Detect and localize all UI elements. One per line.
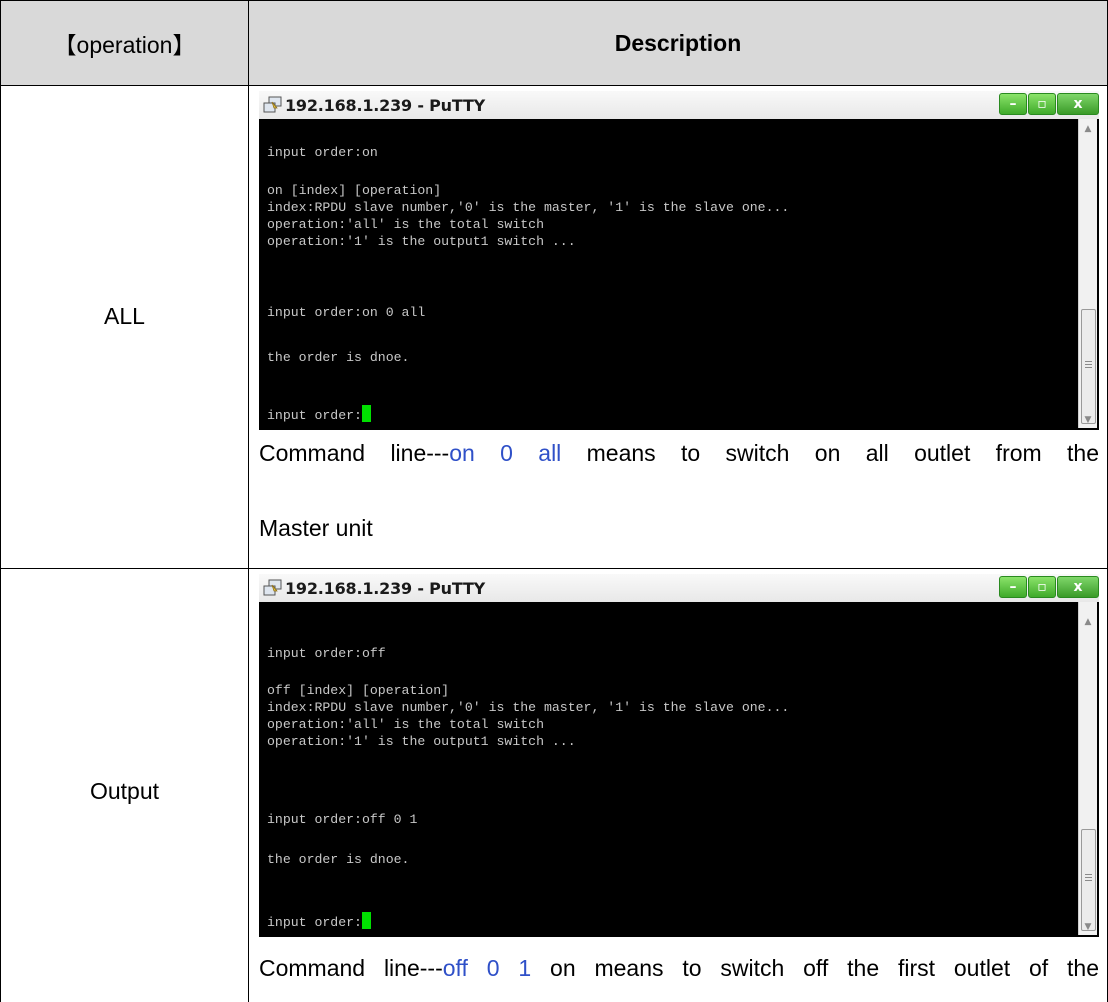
terminal-line: off [index] [operation] — [267, 683, 450, 698]
maximize-icon: ▫ — [1037, 579, 1047, 595]
terminal-line: input order:on 0 all — [267, 305, 426, 320]
terminal-cursor — [361, 405, 371, 422]
terminal-prompt: input order: — [267, 912, 371, 930]
putty-icon — [263, 579, 282, 596]
terminal-line: operation:'all' is the total switch — [267, 217, 544, 232]
desc-prefix: Command line--- — [259, 440, 450, 466]
terminal-line: the order is dnoe. — [267, 350, 410, 365]
scrollbar-grip — [1085, 367, 1092, 368]
minimize-button[interactable]: – — [999, 576, 1027, 598]
table-border-left — [0, 0, 1, 1002]
row-description-line: Command line---on 0 all means to switch … — [259, 440, 1099, 467]
putty-window: 192.168.1.239 - PuTTY – ▫ x input order:… — [259, 91, 1099, 430]
terminal-cursor — [361, 912, 371, 929]
minimize-icon: – — [1009, 579, 1017, 595]
scrollbar-thumb[interactable] — [1081, 309, 1096, 424]
prompt-text: input order: — [267, 915, 362, 930]
scroll-down-icon[interactable]: ▼ — [1079, 413, 1097, 427]
maximize-button[interactable]: ▫ — [1028, 576, 1056, 598]
header-operation: 【operation】 — [1, 1, 248, 85]
terminal-screen[interactable]: input order:on on [index] [operation] in… — [261, 119, 1079, 428]
table-row-divider — [0, 568, 1108, 569]
putty-title: 192.168.1.239 - PuTTY — [285, 96, 486, 115]
terminal-line: operation:'1' is the output1 switch ... — [267, 234, 576, 249]
header-operation-label: 【operation】 — [53, 32, 196, 58]
desc-suffix: on means to switch off the first outlet … — [531, 955, 1100, 981]
terminal-line: the order is dnoe. — [267, 852, 410, 867]
window-controls: – ▫ x — [951, 574, 1099, 598]
terminal-line: index:RPDU slave number,'0' is the maste… — [267, 700, 790, 715]
terminal-line: input order:off 0 1 — [267, 812, 418, 827]
row-description-line: Command line---off 0 1 on means to switc… — [259, 955, 1099, 982]
row-operation-all: ALL — [104, 303, 145, 329]
terminal-prompt: input order: — [267, 405, 371, 423]
scroll-down-icon[interactable]: ▼ — [1079, 920, 1097, 934]
scrollbar-grip — [1085, 361, 1092, 362]
table-header-divider — [0, 85, 1108, 86]
terminal-line: on [index] [operation] — [267, 183, 442, 198]
close-button[interactable]: x — [1057, 93, 1099, 115]
row-description-line2: Master unit — [259, 515, 373, 541]
desc-prefix: Command line--- — [259, 955, 443, 981]
prompt-text: input order: — [267, 408, 362, 423]
putty-window: 192.168.1.239 - PuTTY – ▫ x input order:… — [259, 574, 1099, 937]
scrollbar-thumb[interactable] — [1081, 829, 1096, 931]
close-icon: x — [1073, 579, 1083, 595]
terminal-scrollbar[interactable]: ▲ ▼ — [1078, 119, 1097, 428]
scrollbar-grip — [1085, 364, 1092, 365]
scrollbar-grip — [1085, 874, 1092, 875]
table-column-divider — [248, 0, 249, 1002]
header-description: Description — [249, 1, 1107, 85]
desc-command: on 0 all — [449, 440, 562, 466]
close-button[interactable]: x — [1057, 576, 1099, 598]
terminal-line: operation:'1' is the output1 switch ... — [267, 734, 576, 749]
terminal-screen[interactable]: input order:off off [index] [operation] … — [261, 602, 1079, 935]
putty-icon — [263, 96, 282, 113]
scroll-up-icon[interactable]: ▲ — [1079, 122, 1097, 136]
maximize-icon: ▫ — [1037, 96, 1047, 112]
putty-title: 192.168.1.239 - PuTTY — [285, 579, 486, 598]
putty-titlebar[interactable]: 192.168.1.239 - PuTTY – ▫ x — [259, 91, 1099, 119]
scrollbar-grip — [1085, 877, 1092, 878]
operations-table: 【operation】 Description ALL 192.168.1.23… — [0, 0, 1108, 1002]
terminal-line: index:RPDU slave number,'0' is the maste… — [267, 200, 790, 215]
terminal-line: input order:on — [267, 145, 378, 160]
desc-command: off 0 1 — [442, 955, 532, 981]
minimize-button[interactable]: – — [999, 93, 1027, 115]
terminal-line: input order:off — [267, 646, 386, 661]
scroll-up-icon[interactable]: ▲ — [1079, 615, 1097, 629]
putty-titlebar[interactable]: 192.168.1.239 - PuTTY – ▫ x — [259, 574, 1099, 602]
close-icon: x — [1073, 96, 1083, 112]
maximize-button[interactable]: ▫ — [1028, 93, 1056, 115]
window-controls: – ▫ x — [951, 91, 1099, 115]
row-operation-output: Output — [89, 778, 160, 804]
scrollbar-grip — [1085, 880, 1092, 881]
header-description-label: Description — [614, 29, 742, 56]
desc-suffix: means to switch on all outlet from the — [561, 440, 1099, 466]
terminal-line: operation:'all' is the total switch — [267, 717, 544, 732]
terminal-scrollbar[interactable]: ▲ ▼ — [1078, 602, 1097, 935]
minimize-icon: – — [1009, 96, 1017, 112]
